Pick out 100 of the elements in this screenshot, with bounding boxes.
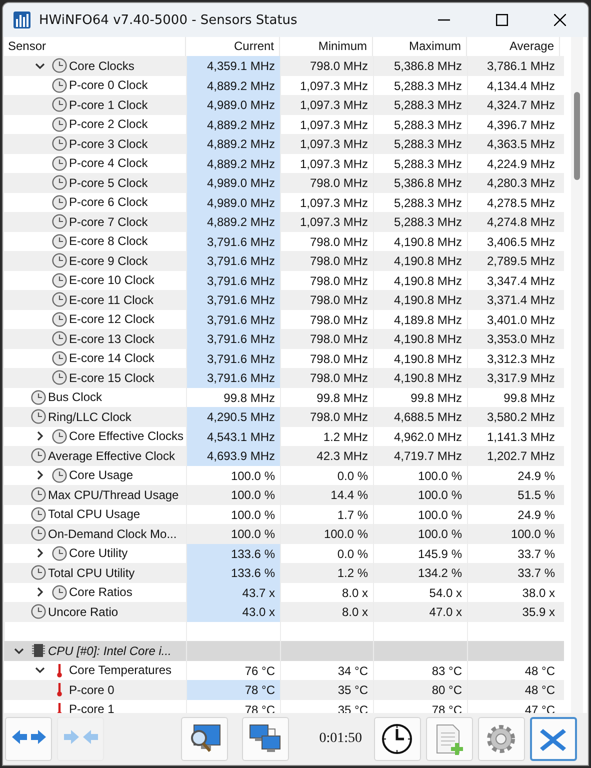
- table-cell: 4,324.7 MHz: [467, 95, 560, 114]
- table-cell: 3,791.6 MHz: [186, 232, 280, 251]
- table-cell: 4,693.9 MHz: [186, 446, 280, 466]
- table-cell: 798.0 MHz: [280, 56, 373, 76]
- table-cell: 14.4 %: [280, 485, 373, 504]
- table-row[interactable]: P-core 7 Clock 4,889.2 MHz 1,097.3 MHz 5,288.3 MHz 4,274.8 MHz: [4, 212, 564, 232]
- clock-icon: [52, 331, 67, 346]
- table-cell: 4,190.8 MHz: [373, 290, 467, 310]
- table-cell: 78 °C: [186, 680, 280, 700]
- table-cell: 5,386.8 MHz: [373, 56, 467, 76]
- table-cell: 5,288.3 MHz: [373, 95, 467, 114]
- table-cell: 100.0 %: [467, 524, 560, 544]
- clock-icon: [52, 350, 67, 366]
- table-row[interactable]: Average Effective Clock 4,693.9 MHz 42.3 MHz 4,719.7 MHz 1,202.7 MHz: [4, 446, 564, 466]
- scrollbar-thumb[interactable]: [574, 92, 580, 180]
- chevron-icon[interactable]: [35, 431, 45, 442]
- table-cell: 8.0 x: [280, 602, 373, 622]
- table-cell: 80 °C: [373, 680, 467, 700]
- table-cell: 4,989.0 MHz: [186, 192, 280, 212]
- table-cell: 5,288.3 MHz: [373, 134, 467, 154]
- clock-icon: [52, 156, 67, 171]
- sensor-label: Average Effective Clock: [48, 448, 175, 463]
- chevron-icon[interactable]: [35, 470, 45, 480]
- table-row[interactable]: P-core 1 Clock 4,989.0 MHz 1,097.3 MHz 5,288.3 MHz 4,324.7 MHz: [4, 95, 564, 114]
- sensor-label: P-core 1: [69, 702, 114, 713]
- clock-icon: [52, 78, 67, 93]
- table-cell: 1,097.3 MHz: [280, 134, 373, 154]
- chevron-icon[interactable]: [35, 60, 45, 71]
- table-row[interactable]: On-Demand Clock Mo... 100.0 % 100.0 % 100.0 % 100.0 %: [4, 524, 564, 544]
- clock-icon: [52, 175, 67, 190]
- clock-icon: [52, 194, 67, 210]
- table-cell: 798.0 MHz: [280, 290, 373, 310]
- table-cell: 4,989.0 MHz: [186, 95, 280, 114]
- table-row[interactable]: Ring/LLC Clock 4,290.5 MHz 798.0 MHz 4,688.5 MHz 3,580.2 MHz: [4, 407, 564, 426]
- sensor-label: Total CPU Usage: [48, 507, 140, 522]
- table-cell: 4,889.2 MHz: [186, 114, 280, 134]
- table-cell: 5,386.8 MHz: [373, 173, 467, 192]
- sensor-label: Core Clocks: [69, 58, 134, 73]
- table-cell: 3,791.6 MHz: [186, 251, 280, 270]
- sensor-label: Bus Clock: [48, 390, 102, 404]
- table-cell: 100.0 %: [186, 485, 280, 504]
- table-row[interactable]: P-core 3 Clock 4,889.2 MHz 1,097.3 MHz 5,288.3 MHz 4,363.5 MHz: [4, 134, 564, 154]
- chevron-icon[interactable]: [35, 587, 45, 598]
- table-cell: 47.0 x: [373, 602, 467, 622]
- sensor-label: Core Usage: [69, 468, 134, 482]
- clock-icon: [52, 116, 67, 132]
- app-icon: [13, 11, 31, 29]
- table-cell: 4,688.5 MHz: [373, 407, 467, 426]
- table-cell: 43.7 x: [186, 582, 280, 602]
- close-icon[interactable]: [554, 14, 566, 26]
- table-row[interactable]: E-core 15 Clock 3,791.6 MHz 798.0 MHz 4,190.8 MHz 3,317.9 MHz: [4, 368, 564, 388]
- clock-icon: [52, 370, 67, 386]
- sensor-label: E-core 8 Clock: [69, 234, 148, 248]
- sensor-label: P-core 4 Clock: [69, 156, 148, 170]
- clock-icon: [52, 584, 67, 600]
- table-cell: 3,317.9 MHz: [467, 368, 560, 388]
- sensor-label: E-core 10 Clock: [69, 273, 154, 288]
- table-cell: 2,789.5 MHz: [467, 251, 560, 270]
- clock-icon: [52, 214, 67, 230]
- table-cell: 4,290.5 MHz: [186, 407, 280, 426]
- table-cell: 3,791.6 MHz: [186, 290, 280, 310]
- sensor-label: E-core 13 Clock: [69, 332, 154, 346]
- table-row[interactable]: P-core 5 Clock 4,989.0 MHz 798.0 MHz 5,386.8 MHz 4,280.3 MHz: [4, 173, 564, 192]
- table-row[interactable]: E-core 9 Clock 3,791.6 MHz 798.0 MHz 4,190.8 MHz 2,789.5 MHz: [4, 251, 564, 270]
- chevron-icon[interactable]: [35, 548, 45, 558]
- table-cell: 3,353.0 MHz: [467, 329, 560, 348]
- maximize-icon[interactable]: [496, 14, 508, 26]
- table-row[interactable]: Core Clocks 4,359.1 MHz 798.0 MHz 5,386.8 MHz 3,786.1 MHz: [4, 56, 564, 76]
- table-cell: 4,363.5 MHz: [467, 134, 560, 154]
- sensor-label: P-core 3 Clock: [69, 136, 148, 151]
- table-row[interactable]: Max CPU/Thread Usage 100.0 % 14.4 % 100.0 % 51.5 %: [4, 485, 564, 504]
- clock-icon: [31, 506, 46, 522]
- table-cell: 48 °C: [467, 680, 560, 700]
- table-row[interactable]: Uncore Ratio 43.0 x 8.0 x 47.0 x 35.9 x: [4, 602, 564, 622]
- table-cell: 33.7 %: [467, 563, 560, 582]
- sensor-label: E-core 12 Clock: [69, 312, 154, 326]
- table-cell: 4,280.3 MHz: [467, 173, 560, 192]
- table-row[interactable]: E-core 13 Clock 3,791.6 MHz 798.0 MHz 4,190.8 MHz 3,353.0 MHz: [4, 329, 564, 348]
- sensor-label: P-core 1 Clock: [69, 98, 148, 112]
- sensor-label: P-core 6 Clock: [69, 195, 148, 210]
- table-cell: 4,543.1 MHz: [186, 426, 280, 446]
- table-cell: 3,791.6 MHz: [186, 270, 280, 290]
- table-cell: 134.2 %: [373, 563, 467, 582]
- table-cell: 4,889.2 MHz: [186, 76, 280, 95]
- table-row[interactable]: P-core 0 78 °C 35 °C 80 °C 48 °C: [4, 680, 564, 700]
- sensor-label: Core Effective Clocks: [69, 429, 184, 444]
- table-cell: 798.0 MHz: [280, 329, 373, 348]
- table-row[interactable]: Total CPU Utility 133.6 % 1.2 % 134.2 % 33.7 %: [4, 563, 564, 582]
- table-cell: 798.0 MHz: [280, 173, 373, 192]
- chevron-icon[interactable]: [14, 646, 24, 656]
- section-row[interactable]: CPU [#0]: Intel Core i...: [4, 641, 564, 660]
- table-cell: 798.0 MHz: [280, 407, 373, 426]
- table-cell: 4,274.8 MHz: [467, 212, 560, 232]
- table-cell: 42.3 MHz: [280, 446, 373, 466]
- clock-icon: [52, 546, 67, 561]
- clock-icon: [52, 253, 67, 268]
- sensor-label: E-core 11 Clock: [69, 292, 154, 307]
- table-row[interactable]: E-core 11 Clock 3,791.6 MHz 798.0 MHz 4,190.8 MHz 3,371.4 MHz: [4, 290, 564, 310]
- chevron-icon[interactable]: [35, 665, 45, 676]
- table-cell: 3,786.1 MHz: [467, 56, 560, 76]
